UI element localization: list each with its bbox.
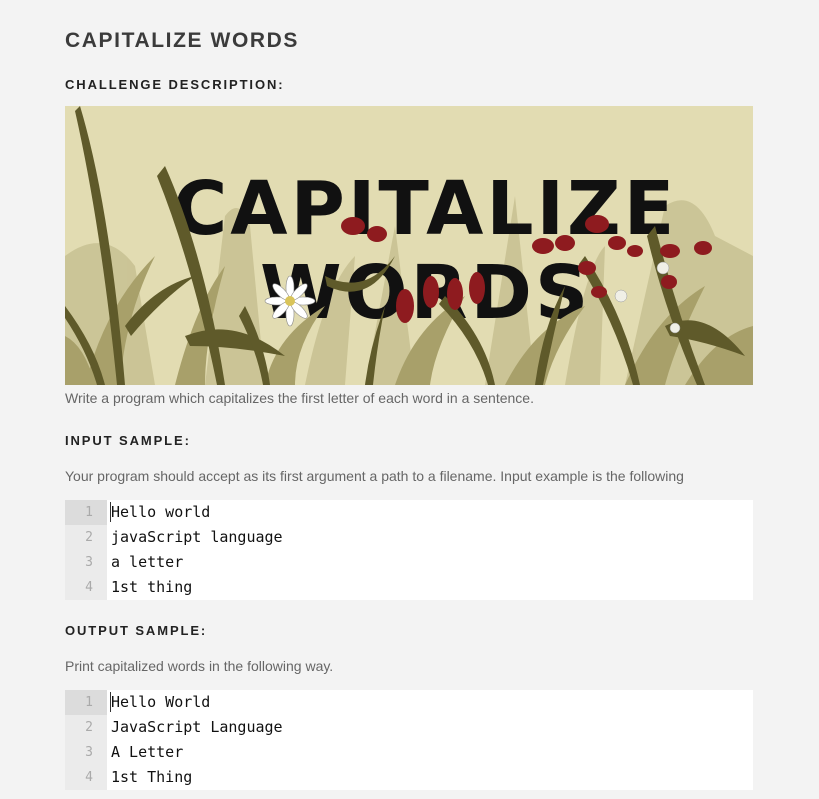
line-number: 2	[85, 530, 93, 545]
code-line[interactable]: 1 Hello world	[65, 500, 753, 525]
banner-title-line1: CAPITALIZE	[173, 166, 677, 252]
challenge-page: CAPITALIZE WORDS CHALLENGE DESCRIPTION: …	[0, 0, 819, 799]
code-line[interactable]: 3 A Letter	[65, 740, 753, 765]
code-line-text: 1st thing	[111, 578, 193, 596]
challenge-description-heading: CHALLENGE DESCRIPTION:	[65, 77, 285, 92]
output-sample-text: Print capitalized words in the following…	[65, 658, 334, 674]
code-line[interactable]: 2 javaScript language	[65, 525, 753, 550]
line-number: 4	[85, 580, 93, 595]
line-number: 1	[85, 505, 93, 520]
line-number: 1	[85, 695, 93, 710]
code-line-text: JavaScript Language	[111, 718, 283, 736]
text-cursor	[110, 692, 111, 712]
input-sample-heading: INPUT SAMPLE:	[65, 433, 191, 448]
text-cursor	[110, 502, 111, 522]
code-line-text: javaScript language	[111, 528, 283, 546]
input-sample-text: Your program should accept as its first …	[65, 468, 684, 484]
code-line-text: 1st Thing	[111, 768, 193, 786]
code-line-text: Hello World	[111, 693, 211, 711]
challenge-description-text: Write a program which capitalizes the fi…	[65, 390, 534, 406]
line-number: 4	[85, 770, 93, 785]
code-line[interactable]: 3 a letter	[65, 550, 753, 575]
line-number: 3	[85, 745, 93, 760]
code-line[interactable]: 4 1st Thing	[65, 765, 753, 790]
line-number: 3	[85, 555, 93, 570]
code-line[interactable]: 4 1st thing	[65, 575, 753, 600]
page-title: CAPITALIZE WORDS	[65, 29, 300, 52]
code-line-text: A Letter	[111, 743, 184, 761]
output-code-block[interactable]: 1 Hello World 2 JavaScript Language 3 A …	[65, 690, 753, 790]
code-line[interactable]: 2 JavaScript Language	[65, 715, 753, 740]
line-number: 2	[85, 720, 93, 735]
code-line[interactable]: 1 Hello World	[65, 690, 753, 715]
code-line-text: a letter	[111, 553, 184, 571]
input-code-block[interactable]: 1 Hello world 2 javaScript language 3 a …	[65, 500, 753, 600]
output-sample-heading: OUTPUT SAMPLE:	[65, 623, 208, 638]
challenge-banner-image: CAPITALIZE WORDS	[65, 106, 753, 385]
code-line-text: Hello world	[111, 503, 211, 521]
